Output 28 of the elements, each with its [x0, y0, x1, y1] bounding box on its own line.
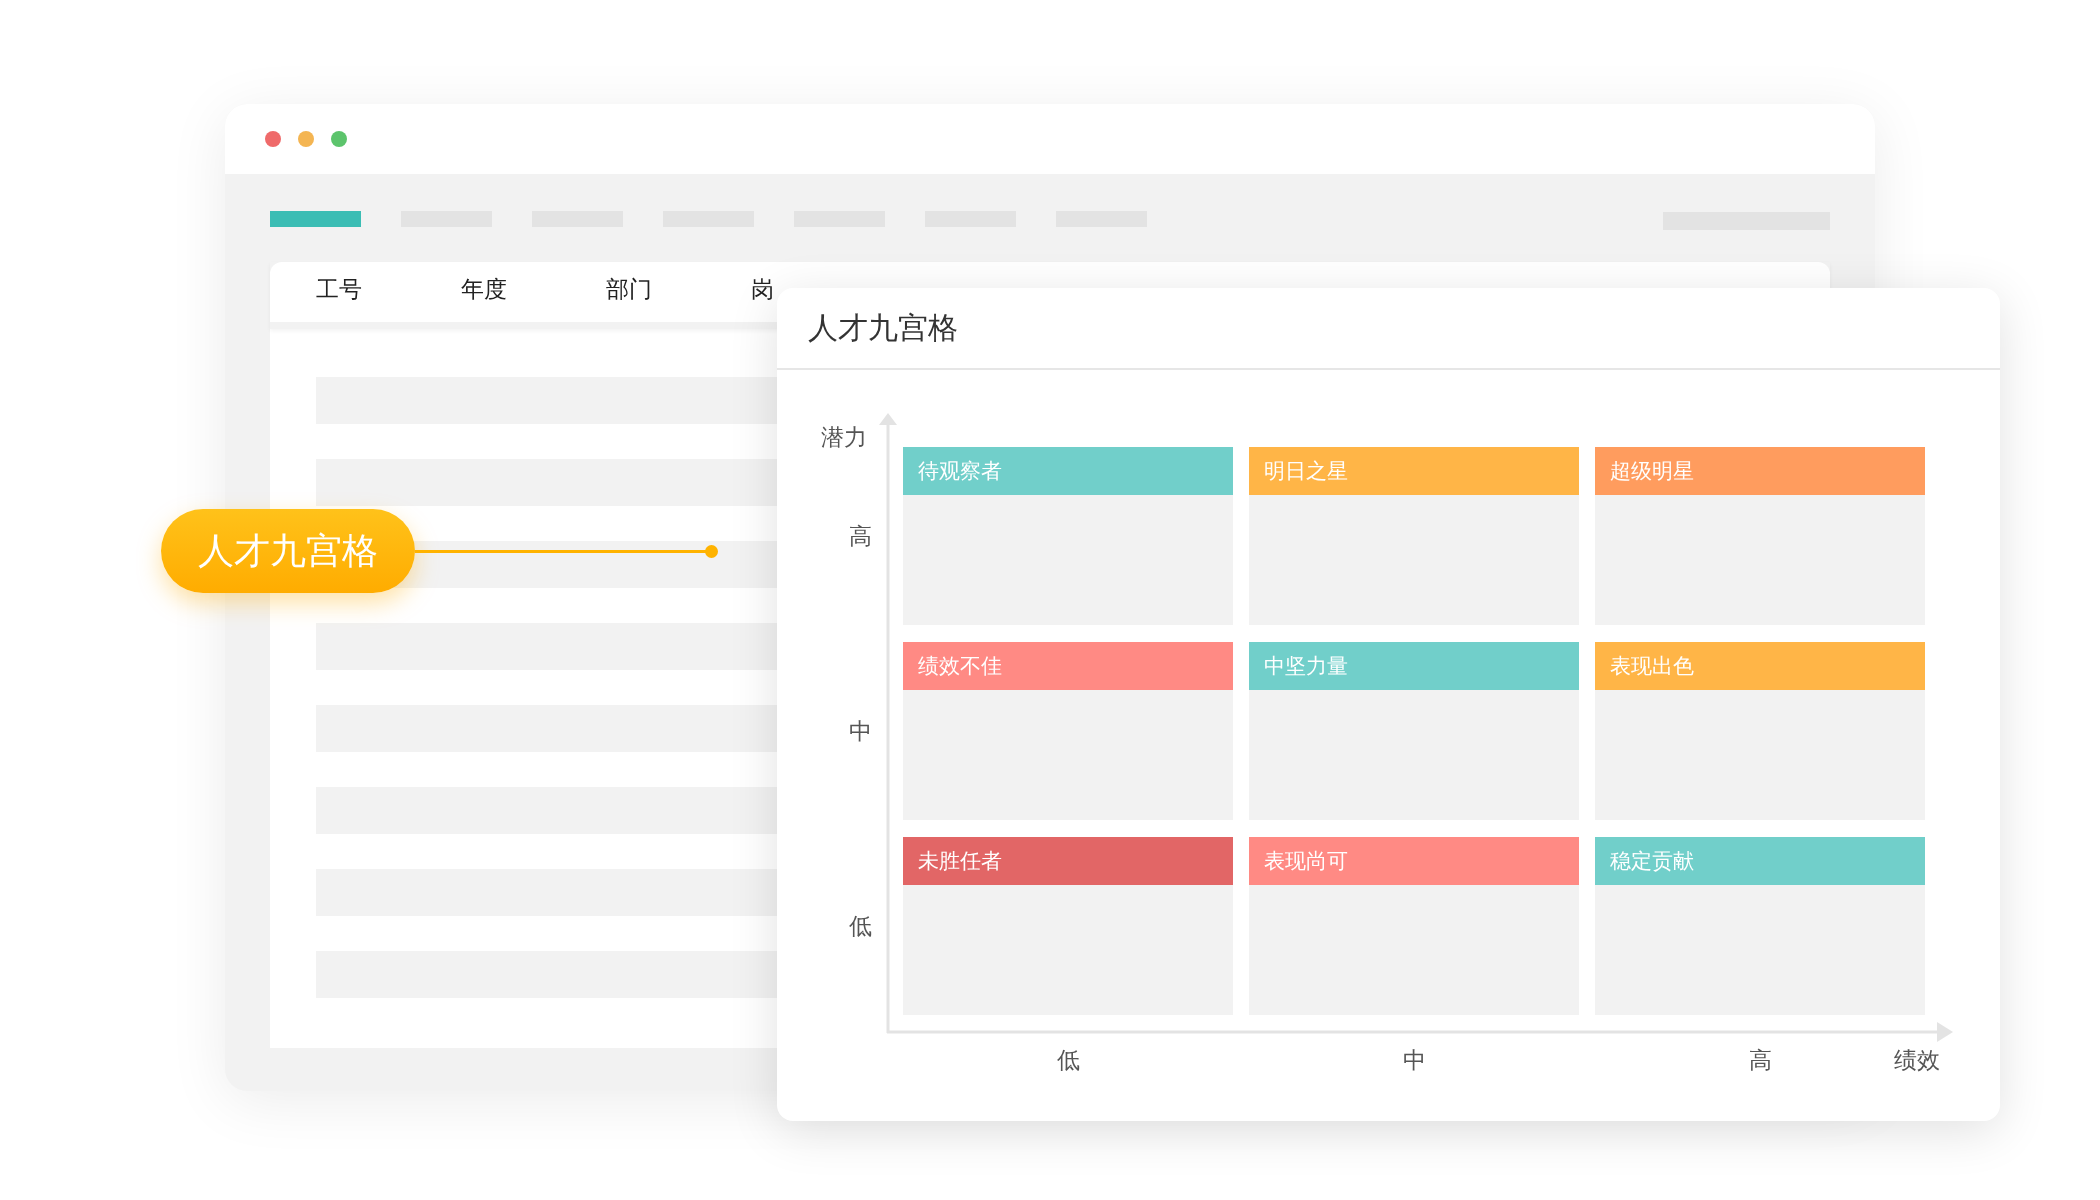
column-header: 工号	[316, 274, 362, 304]
column-header: 部门	[606, 274, 652, 304]
panel-title: 人才九宫格	[777, 288, 2000, 370]
axis-level-label: 中	[1402, 1046, 1426, 1075]
category-label: 稳定贡献	[1595, 837, 1925, 885]
axis-level-label: 中	[848, 716, 872, 746]
column-header: 岗	[751, 274, 774, 304]
category-label: 待观察者	[903, 447, 1233, 495]
category-label: 表现出色	[1595, 642, 1925, 690]
window-zoom-dot[interactable]	[331, 131, 347, 147]
window-close-dot[interactable]	[265, 131, 281, 147]
column-header: 年度	[461, 274, 507, 304]
window-minimize-dot[interactable]	[298, 131, 314, 147]
category-label: 绩效不佳	[903, 642, 1233, 690]
tab[interactable]	[270, 211, 361, 227]
category-label: 中坚力量	[1249, 642, 1579, 690]
category-label: 表现尚可	[1249, 837, 1579, 885]
axis-title: 绩效	[1894, 1046, 1940, 1075]
axis-title: 潜力	[821, 423, 867, 452]
category-label: 未胜任者	[903, 837, 1233, 885]
axis-level-label: 高	[1748, 1046, 1772, 1075]
axis-level-label: 高	[848, 521, 872, 551]
category-label: 明日之星	[1249, 447, 1579, 495]
axis-level-label: 低	[848, 911, 872, 941]
x-axis-arrow-icon	[1937, 1022, 1953, 1042]
callout-badge: 人才九宫格	[161, 509, 415, 593]
category-label: 超级明星	[1595, 447, 1925, 495]
axis-level-label: 低	[1056, 1046, 1080, 1075]
